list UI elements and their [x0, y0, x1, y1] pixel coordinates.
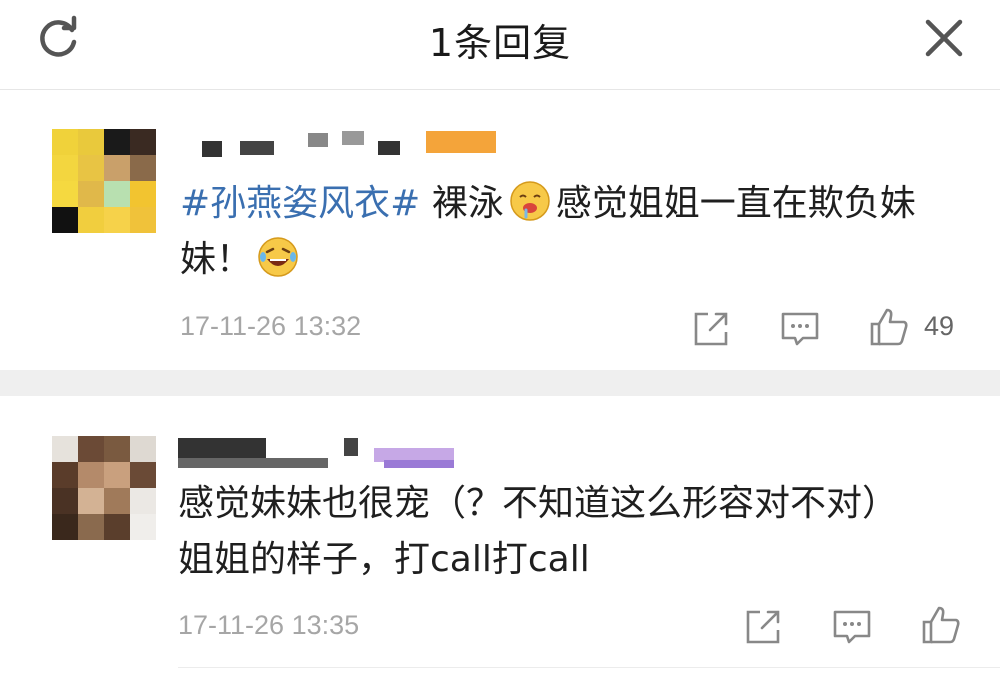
comment-divider [178, 667, 1000, 668]
like-icon[interactable] [920, 604, 962, 646]
topic-link[interactable]: #孙燕姿风衣# [180, 183, 420, 224]
username-blurred[interactable] [178, 436, 468, 476]
comment-text: #孙燕姿风衣# 裸泳 感觉姐姐一直在欺负妹妹！ [180, 176, 960, 288]
comment-text-part: 裸泳 [420, 183, 504, 224]
comment-item: 感觉妹妹也很宠（？不知道这么形容对不对） 姐姐的样子，打call打call 17… [0, 396, 1000, 685]
comment-timestamp: 17-11-26 13:32 [180, 311, 362, 341]
close-icon[interactable] [920, 14, 968, 62]
comment-text: 感觉妹妹也很宠（？不知道这么形容对不对） 姐姐的样子，打call打call [178, 476, 978, 588]
comment-text-line: 感觉妹妹也很宠（？不知道这么形容对不对） [178, 483, 899, 524]
comment-text-line: 姐姐的样子，打call打call [178, 539, 590, 580]
comment-icon[interactable] [779, 308, 821, 350]
drooling-face-emoji-icon [510, 181, 550, 221]
avatar[interactable] [52, 129, 156, 233]
share-icon[interactable] [690, 308, 732, 350]
username-blurred[interactable] [200, 127, 500, 167]
comment-icon[interactable] [831, 606, 873, 648]
reply-header: 1条回复 [0, 0, 1000, 90]
comment-timestamp: 17-11-26 13:35 [178, 610, 360, 640]
laughing-tears-emoji-icon [258, 237, 298, 277]
share-icon[interactable] [742, 606, 784, 648]
comment-item: #孙燕姿风衣# 裸泳 感觉姐姐一直在欺负妹妹！ 17-11-26 13:32 4… [0, 91, 1000, 370]
page-title: 1条回复 [428, 21, 572, 65]
like-count: 49 [924, 311, 955, 341]
like-icon[interactable] [868, 306, 910, 348]
avatar[interactable] [52, 436, 156, 540]
section-divider [0, 370, 1000, 396]
